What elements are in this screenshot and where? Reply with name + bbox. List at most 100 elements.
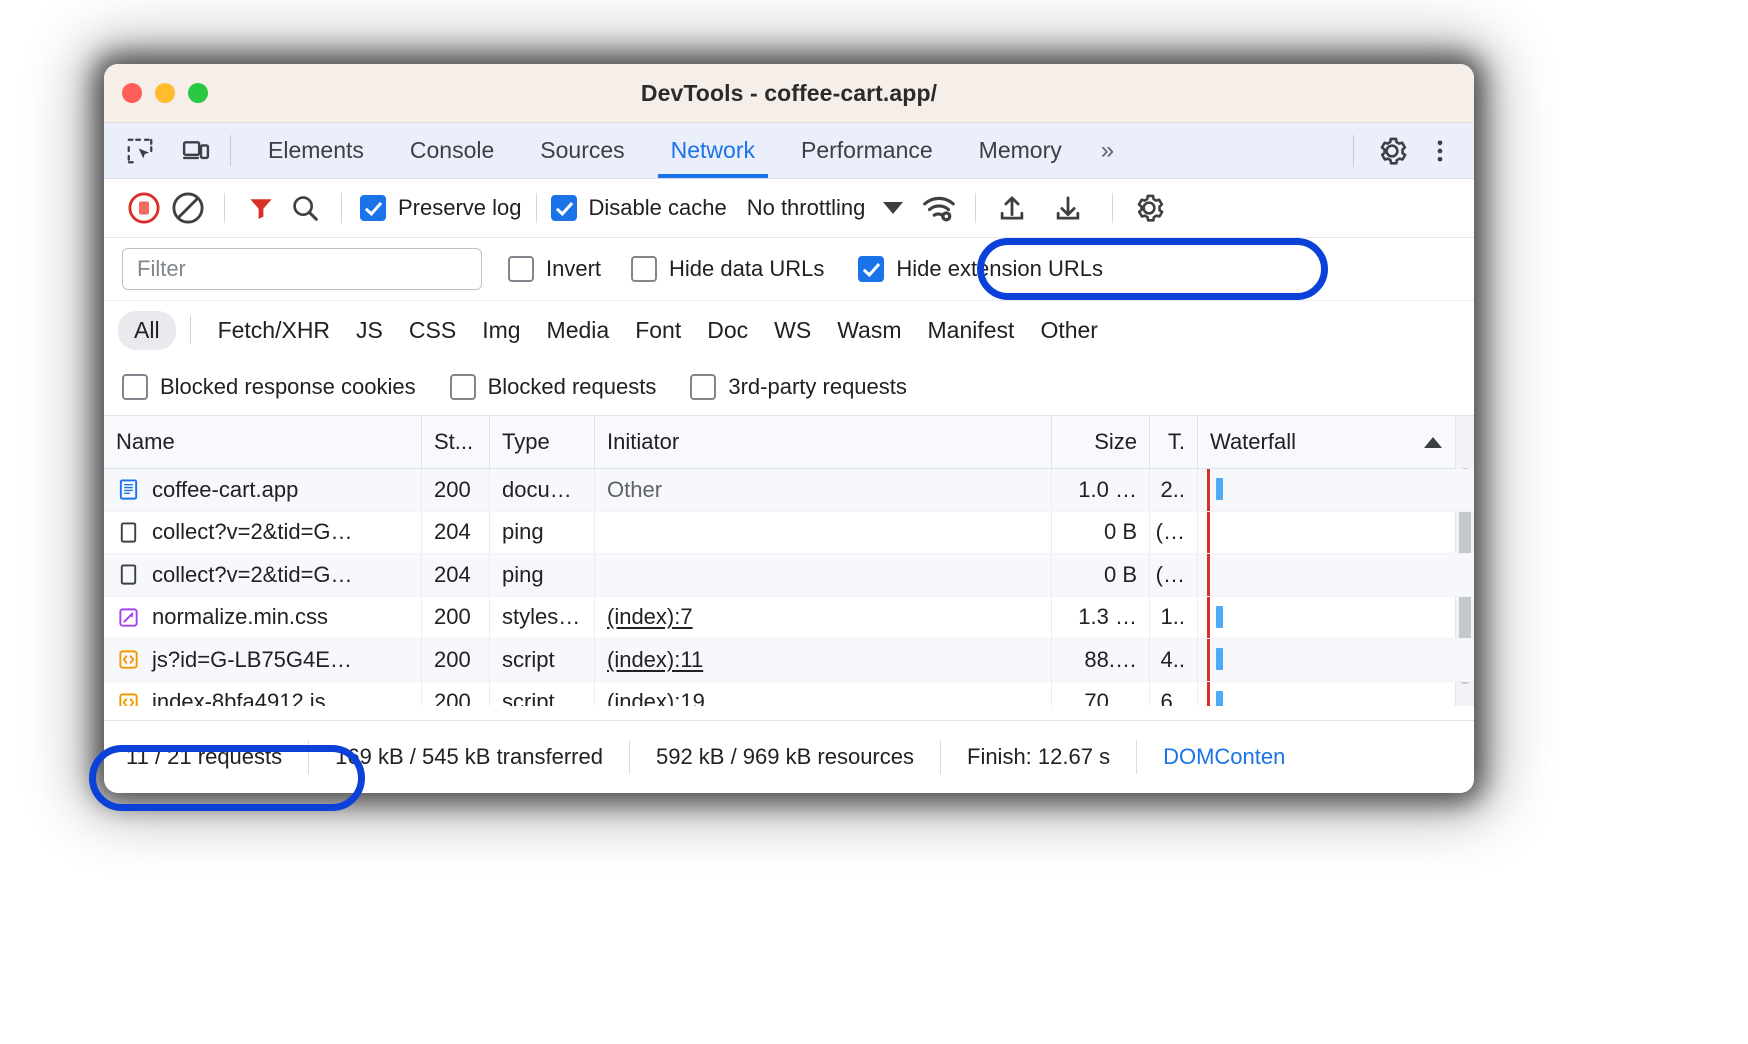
- column-header-type[interactable]: Type: [490, 416, 595, 468]
- hide-data-urls-checkbox-box[interactable]: [631, 256, 657, 282]
- document-icon: [116, 478, 140, 502]
- initiator-link[interactable]: (index):19: [607, 689, 705, 706]
- device-toolbar-icon[interactable]: [176, 131, 216, 171]
- tab-console[interactable]: Console: [387, 123, 517, 178]
- invert-checkbox[interactable]: Invert: [508, 256, 601, 282]
- cell-initiator: [595, 554, 1052, 596]
- inspect-element-icon[interactable]: [120, 131, 160, 171]
- table-row[interactable]: js?id=G-LB75G4E… 200 script (index):11 8…: [104, 639, 1474, 682]
- initiator-link[interactable]: (index):11: [607, 647, 703, 673]
- column-header-size[interactable]: Size: [1052, 416, 1150, 468]
- disable-cache-label: Disable cache: [589, 195, 727, 221]
- third-party-requests-checkbox-box[interactable]: [690, 374, 716, 400]
- blocked-response-cookies-checkbox[interactable]: Blocked response cookies: [122, 374, 416, 400]
- column-header-status[interactable]: St...: [422, 416, 490, 468]
- type-filter-fetch-xhr[interactable]: Fetch/XHR: [205, 313, 343, 348]
- type-filter-media[interactable]: Media: [534, 313, 623, 348]
- hide-extension-urls-checkbox-box[interactable]: [858, 256, 884, 282]
- type-filter-ws[interactable]: WS: [761, 313, 824, 348]
- waterfall-load-event-line: [1207, 554, 1210, 596]
- blocked-requests-checkbox-box[interactable]: [450, 374, 476, 400]
- import-har-icon[interactable]: [990, 186, 1034, 230]
- column-header-waterfall[interactable]: Waterfall: [1198, 416, 1474, 468]
- export-har-icon[interactable]: [1046, 186, 1090, 230]
- search-icon[interactable]: [283, 186, 327, 230]
- cell-time: 1..: [1150, 597, 1198, 639]
- network-toolbar: Preserve log Disable cache No throttling: [104, 179, 1474, 238]
- cell-waterfall: [1198, 682, 1474, 707]
- hide-data-urls-checkbox[interactable]: Hide data URLs: [631, 256, 824, 282]
- blocked-filters-row: Blocked response cookies Blocked request…: [104, 359, 1474, 416]
- type-filter-font[interactable]: Font: [622, 313, 694, 348]
- cell-status: 200: [422, 682, 490, 707]
- waterfall-load-event-line: [1207, 469, 1210, 511]
- cell-initiator[interactable]: (index):11: [595, 639, 1052, 681]
- cell-waterfall: [1198, 554, 1474, 596]
- third-party-requests-checkbox[interactable]: 3rd-party requests: [690, 374, 907, 400]
- table-row[interactable]: normalize.min.css 200 styles… (index):7 …: [104, 597, 1474, 640]
- preserve-log-checkbox[interactable]: Preserve log: [360, 195, 522, 221]
- waterfall-load-event-line: [1207, 512, 1210, 554]
- tab-memory[interactable]: Memory: [956, 123, 1085, 178]
- tab-bar-right-divider: [1353, 135, 1354, 167]
- wifi-settings-icon[interactable]: [917, 186, 961, 230]
- waterfall-load-event-line: [1207, 682, 1210, 707]
- cell-name: collect?v=2&tid=G…: [104, 512, 422, 554]
- tab-elements[interactable]: Elements: [245, 123, 387, 178]
- throttling-select[interactable]: No throttling: [747, 195, 904, 221]
- type-filter-divider: [190, 316, 191, 344]
- tab-performance[interactable]: Performance: [778, 123, 956, 178]
- type-filter-js[interactable]: JS: [343, 313, 396, 348]
- disable-cache-checkbox-box[interactable]: [551, 195, 577, 221]
- tab-sources[interactable]: Sources: [517, 123, 647, 178]
- type-filter-wasm[interactable]: Wasm: [824, 313, 914, 348]
- column-header-name[interactable]: Name: [104, 416, 422, 468]
- network-settings-gear-icon[interactable]: [1127, 186, 1171, 230]
- initiator-link[interactable]: (index):7: [607, 604, 693, 630]
- blocked-response-cookies-checkbox-box[interactable]: [122, 374, 148, 400]
- tab-bar-divider: [230, 135, 231, 166]
- type-filter-css[interactable]: CSS: [396, 313, 469, 348]
- type-filter-img[interactable]: Img: [469, 313, 533, 348]
- tab-bar-right-icons: [1343, 123, 1474, 178]
- disable-cache-checkbox[interactable]: Disable cache: [551, 195, 727, 221]
- cell-waterfall: [1198, 512, 1474, 554]
- cell-type: script: [490, 682, 595, 707]
- column-header-initiator[interactable]: Initiator: [595, 416, 1052, 468]
- more-vertical-icon[interactable]: [1420, 131, 1460, 171]
- cell-size: 0 B: [1052, 512, 1150, 554]
- clear-icon[interactable]: [166, 186, 210, 230]
- type-filter-doc[interactable]: Doc: [694, 313, 761, 348]
- cell-name: normalize.min.css: [104, 597, 422, 639]
- chevron-down-icon[interactable]: [883, 202, 903, 214]
- cell-type: styles…: [490, 597, 595, 639]
- settings-gear-icon[interactable]: [1372, 131, 1412, 171]
- hide-extension-urls-checkbox[interactable]: Hide extension URLs: [858, 256, 1103, 282]
- table-row[interactable]: coffee-cart.app 200 docu… Other 1.0 … 2.…: [104, 469, 1474, 512]
- type-filter-manifest[interactable]: Manifest: [915, 313, 1028, 348]
- hide-data-urls-label: Hide data URLs: [669, 256, 824, 282]
- tab-network[interactable]: Network: [648, 123, 778, 178]
- cell-name-text: js?id=G-LB75G4E…: [152, 647, 352, 673]
- blocked-requests-label: Blocked requests: [488, 374, 657, 400]
- filter-funnel-icon[interactable]: [239, 186, 283, 230]
- window-title: DevTools - coffee-cart.app/: [104, 80, 1474, 107]
- type-filter-other[interactable]: Other: [1027, 313, 1111, 348]
- table-row[interactable]: collect?v=2&tid=G… 204 ping 0 B (…: [104, 512, 1474, 555]
- preserve-log-checkbox-box[interactable]: [360, 195, 386, 221]
- invert-checkbox-box[interactable]: [508, 256, 534, 282]
- waterfall-bar: [1216, 648, 1223, 670]
- cell-initiator[interactable]: (index):7: [595, 597, 1052, 639]
- table-row[interactable]: index-8bfa4912.js 200 script (index):19 …: [104, 682, 1474, 707]
- record-stop-icon[interactable]: [122, 186, 166, 230]
- column-header-time[interactable]: T.: [1150, 416, 1198, 468]
- throttling-value: No throttling: [747, 195, 866, 221]
- blocked-requests-checkbox[interactable]: Blocked requests: [450, 374, 657, 400]
- cell-name-text: collect?v=2&tid=G…: [152, 519, 353, 545]
- devtools-window: DevTools - coffee-cart.app/: [104, 64, 1474, 793]
- cell-initiator[interactable]: (index):19: [595, 682, 1052, 707]
- type-filter-all[interactable]: All: [118, 311, 176, 350]
- table-row[interactable]: collect?v=2&tid=G… 204 ping 0 B (…: [104, 554, 1474, 597]
- filter-input[interactable]: Filter: [122, 248, 482, 290]
- more-tabs-chevron-icon[interactable]: »: [1085, 123, 1130, 178]
